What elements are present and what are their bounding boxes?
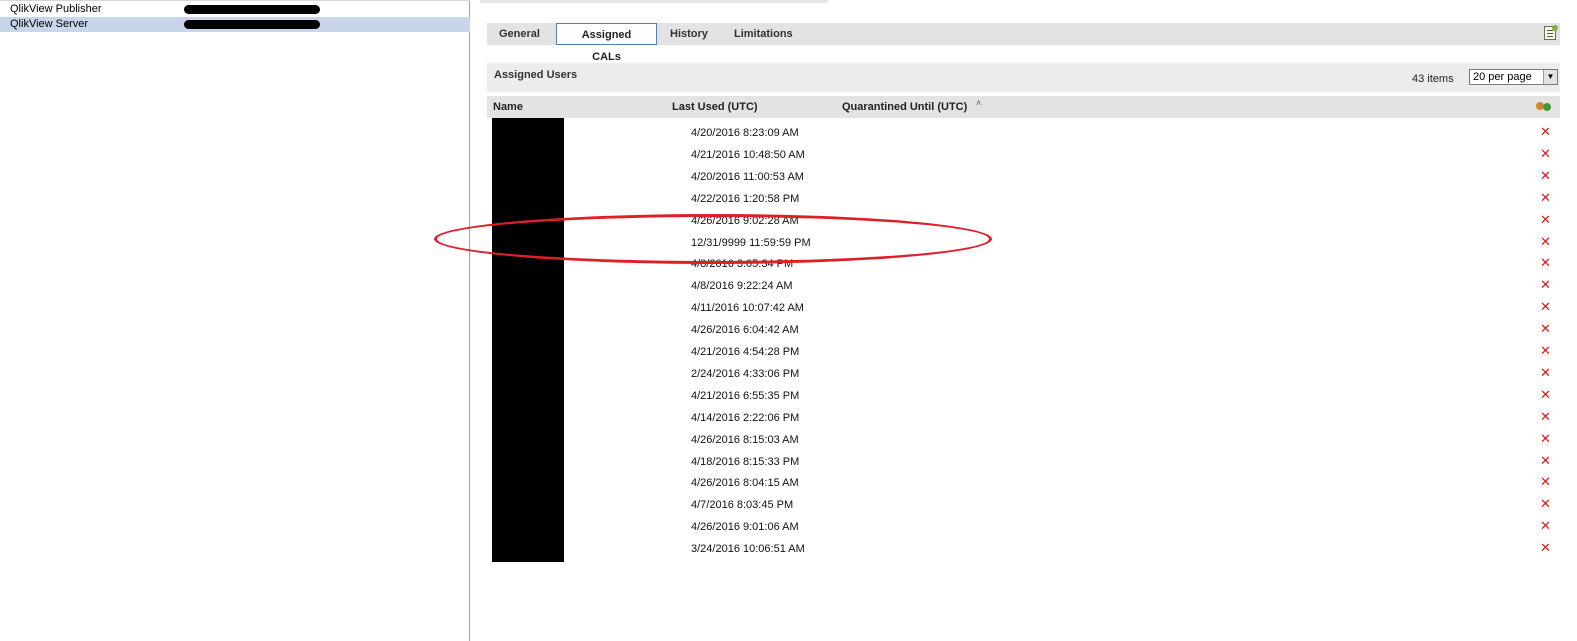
table-row[interactable]: 4/20/2016 11:00:53 AM ✕ [487, 166, 1560, 188]
top-strip [480, 0, 828, 3]
last-used-cell: 4/26/2016 9:01:06 AM [691, 521, 799, 534]
delete-x-icon[interactable]: ✕ [1540, 454, 1552, 467]
table-row[interactable]: 4/26/2016 9:01:06 AM ✕ [487, 516, 1560, 538]
table-row[interactable]: 4/11/2016 10:07:42 AM ✕ [487, 297, 1560, 319]
last-used-cell: 2/24/2016 4:33:06 PM [691, 367, 800, 380]
last-used-cell: 4/21/2016 10:48:50 AM [691, 148, 805, 161]
delete-x-icon[interactable]: ✕ [1540, 191, 1552, 204]
table-row[interactable]: 4/21/2016 4:54:28 PM ✕ [487, 341, 1560, 363]
last-used-cell: 4/21/2016 6:55:35 PM [691, 389, 800, 402]
delete-x-icon[interactable]: ✕ [1540, 256, 1552, 269]
table-row[interactable]: 4/21/2016 6:55:35 PM ✕ [487, 385, 1560, 407]
users-group-icon[interactable] [1536, 100, 1552, 113]
column-header-quarantined-until[interactable]: Quarantined Until (UTC) [842, 101, 967, 113]
server-tree-panel: QlikView Publisher QlikView Server [0, 0, 470, 641]
table-row[interactable]: 4/26/2016 8:15:03 AM ✕ [487, 429, 1560, 451]
delete-x-icon[interactable]: ✕ [1540, 475, 1552, 488]
table-row[interactable]: 4/14/2016 2:22:06 PM ✕ [487, 407, 1560, 429]
tree-item-qlikview-publisher[interactable]: QlikView Publisher [0, 2, 470, 17]
redacted-host [184, 20, 320, 29]
table-row[interactable]: 4/26/2016 6:04:42 AM ✕ [487, 319, 1560, 341]
delete-x-icon[interactable]: ✕ [1540, 410, 1552, 423]
delete-x-icon[interactable]: ✕ [1540, 147, 1552, 160]
tab-assigned-cals[interactable]: Assigned CALs [556, 23, 657, 63]
last-used-cell: 4/21/2016 4:54:28 PM [691, 346, 800, 358]
table-row[interactable]: 2/24/2016 4:33:06 PM ✕ [487, 363, 1560, 385]
assigned-users-header: Assigned Users 43 items 20 per page ▼ [487, 63, 1560, 92]
delete-x-icon[interactable]: ✕ [1540, 344, 1552, 357]
table-row[interactable]: 4/8/2016 9:22:24 AM ✕ [487, 275, 1560, 297]
tree-item-label: QlikView Publisher [10, 3, 102, 15]
last-used-cell: 4/8/2016 9:22:24 AM [691, 280, 793, 293]
details-panel: General Assigned CALs History Limitation… [480, 0, 1577, 641]
section-title: Assigned Users [494, 69, 578, 81]
export-document-icon[interactable] [1544, 25, 1558, 40]
table-header: Name Last Used (UTC) Quarantined Until (… [487, 96, 1560, 118]
last-used-cell: 4/7/2016 8:03:45 PM [691, 499, 794, 512]
table-row[interactable]: 4/18/2016 8:15:33 PM ✕ [487, 451, 1560, 473]
delete-x-icon[interactable]: ✕ [1540, 125, 1552, 138]
last-used-cell: 4/20/2016 8:23:09 AM [691, 127, 799, 139]
last-used-cell: 4/26/2016 8:04:15 AM [691, 477, 799, 490]
delete-x-icon[interactable]: ✕ [1540, 366, 1552, 379]
table-row[interactable]: 4/7/2016 8:03:45 PM ✕ [487, 494, 1560, 516]
table-row[interactable]: 4/21/2016 10:48:50 AM ✕ [487, 144, 1560, 166]
table-row[interactable]: 4/26/2016 8:04:15 AM ✕ [487, 472, 1560, 494]
redacted-host [184, 5, 320, 14]
delete-x-icon[interactable]: ✕ [1540, 169, 1552, 182]
tab-general[interactable]: General [489, 23, 550, 45]
last-used-cell: 12/31/9999 11:59:59 PM [691, 236, 811, 249]
chevron-down-icon[interactable]: ▼ [1543, 70, 1557, 84]
table-row[interactable]: 4/20/2016 8:23:09 AM ✕ [487, 122, 1560, 144]
tab-history[interactable]: History [660, 23, 718, 45]
delete-x-icon[interactable]: ✕ [1540, 541, 1552, 554]
delete-x-icon[interactable]: ✕ [1540, 388, 1552, 401]
user-icon-part [1543, 103, 1551, 111]
items-count: 43 items [1412, 73, 1454, 85]
table-row[interactable]: 4/26/2016 9:02:28 AM ✕ [487, 210, 1560, 232]
delete-x-icon[interactable]: ✕ [1540, 300, 1552, 313]
tree-item-label: QlikView Server [10, 18, 89, 30]
last-used-cell: 4/26/2016 9:02:28 AM [691, 214, 799, 227]
table-row[interactable]: 4/8/2016 3:05:34 PM ✕ [487, 253, 1560, 275]
tab-bar: General Assigned CALs History Limitation… [487, 23, 1560, 63]
last-used-cell: 4/11/2016 10:07:42 AM [691, 302, 804, 315]
delete-x-icon[interactable]: ✕ [1540, 278, 1552, 291]
column-header-name[interactable]: Name [493, 101, 523, 113]
delete-x-icon[interactable]: ✕ [1540, 519, 1552, 532]
column-header-last-used[interactable]: Last Used (UTC) [672, 101, 758, 113]
per-page-select[interactable]: 20 per page ▼ [1469, 69, 1558, 85]
last-used-cell: 4/26/2016 6:04:42 AM [691, 324, 799, 337]
last-used-cell: 4/22/2016 1:20:58 PM [691, 192, 800, 205]
last-used-cell: 4/8/2016 3:05:34 PM [691, 258, 794, 271]
last-used-cell: 4/18/2016 8:15:33 PM [691, 455, 800, 468]
table-row[interactable]: 12/31/9999 11:59:59 PM ✕ [487, 232, 1560, 254]
tree-item-qlikview-server[interactable]: QlikView Server [0, 17, 470, 32]
delete-x-icon[interactable]: ✕ [1540, 322, 1552, 335]
last-used-cell: 4/20/2016 11:00:53 AM [691, 170, 804, 183]
per-page-value: 20 per page [1473, 71, 1532, 83]
delete-x-icon[interactable]: ✕ [1540, 213, 1552, 226]
last-used-cell: 4/26/2016 8:15:03 AM [691, 433, 799, 446]
last-used-cell: 4/14/2016 2:22:06 PM [691, 411, 800, 424]
delete-x-icon[interactable]: ✕ [1540, 235, 1552, 248]
panel-top-border [0, 0, 470, 1]
delete-x-icon[interactable]: ✕ [1540, 432, 1552, 445]
last-used-cell: 3/24/2016 10:06:51 AM [691, 543, 805, 556]
table-row[interactable]: 4/22/2016 1:20:58 PM ✕ [487, 188, 1560, 210]
tab-limitations[interactable]: Limitations [724, 23, 803, 45]
table-row[interactable]: 3/24/2016 10:06:51 AM ✕ [487, 538, 1560, 560]
sort-ascending-icon: ˄ [976, 98, 982, 108]
delete-x-icon[interactable]: ✕ [1540, 497, 1552, 510]
